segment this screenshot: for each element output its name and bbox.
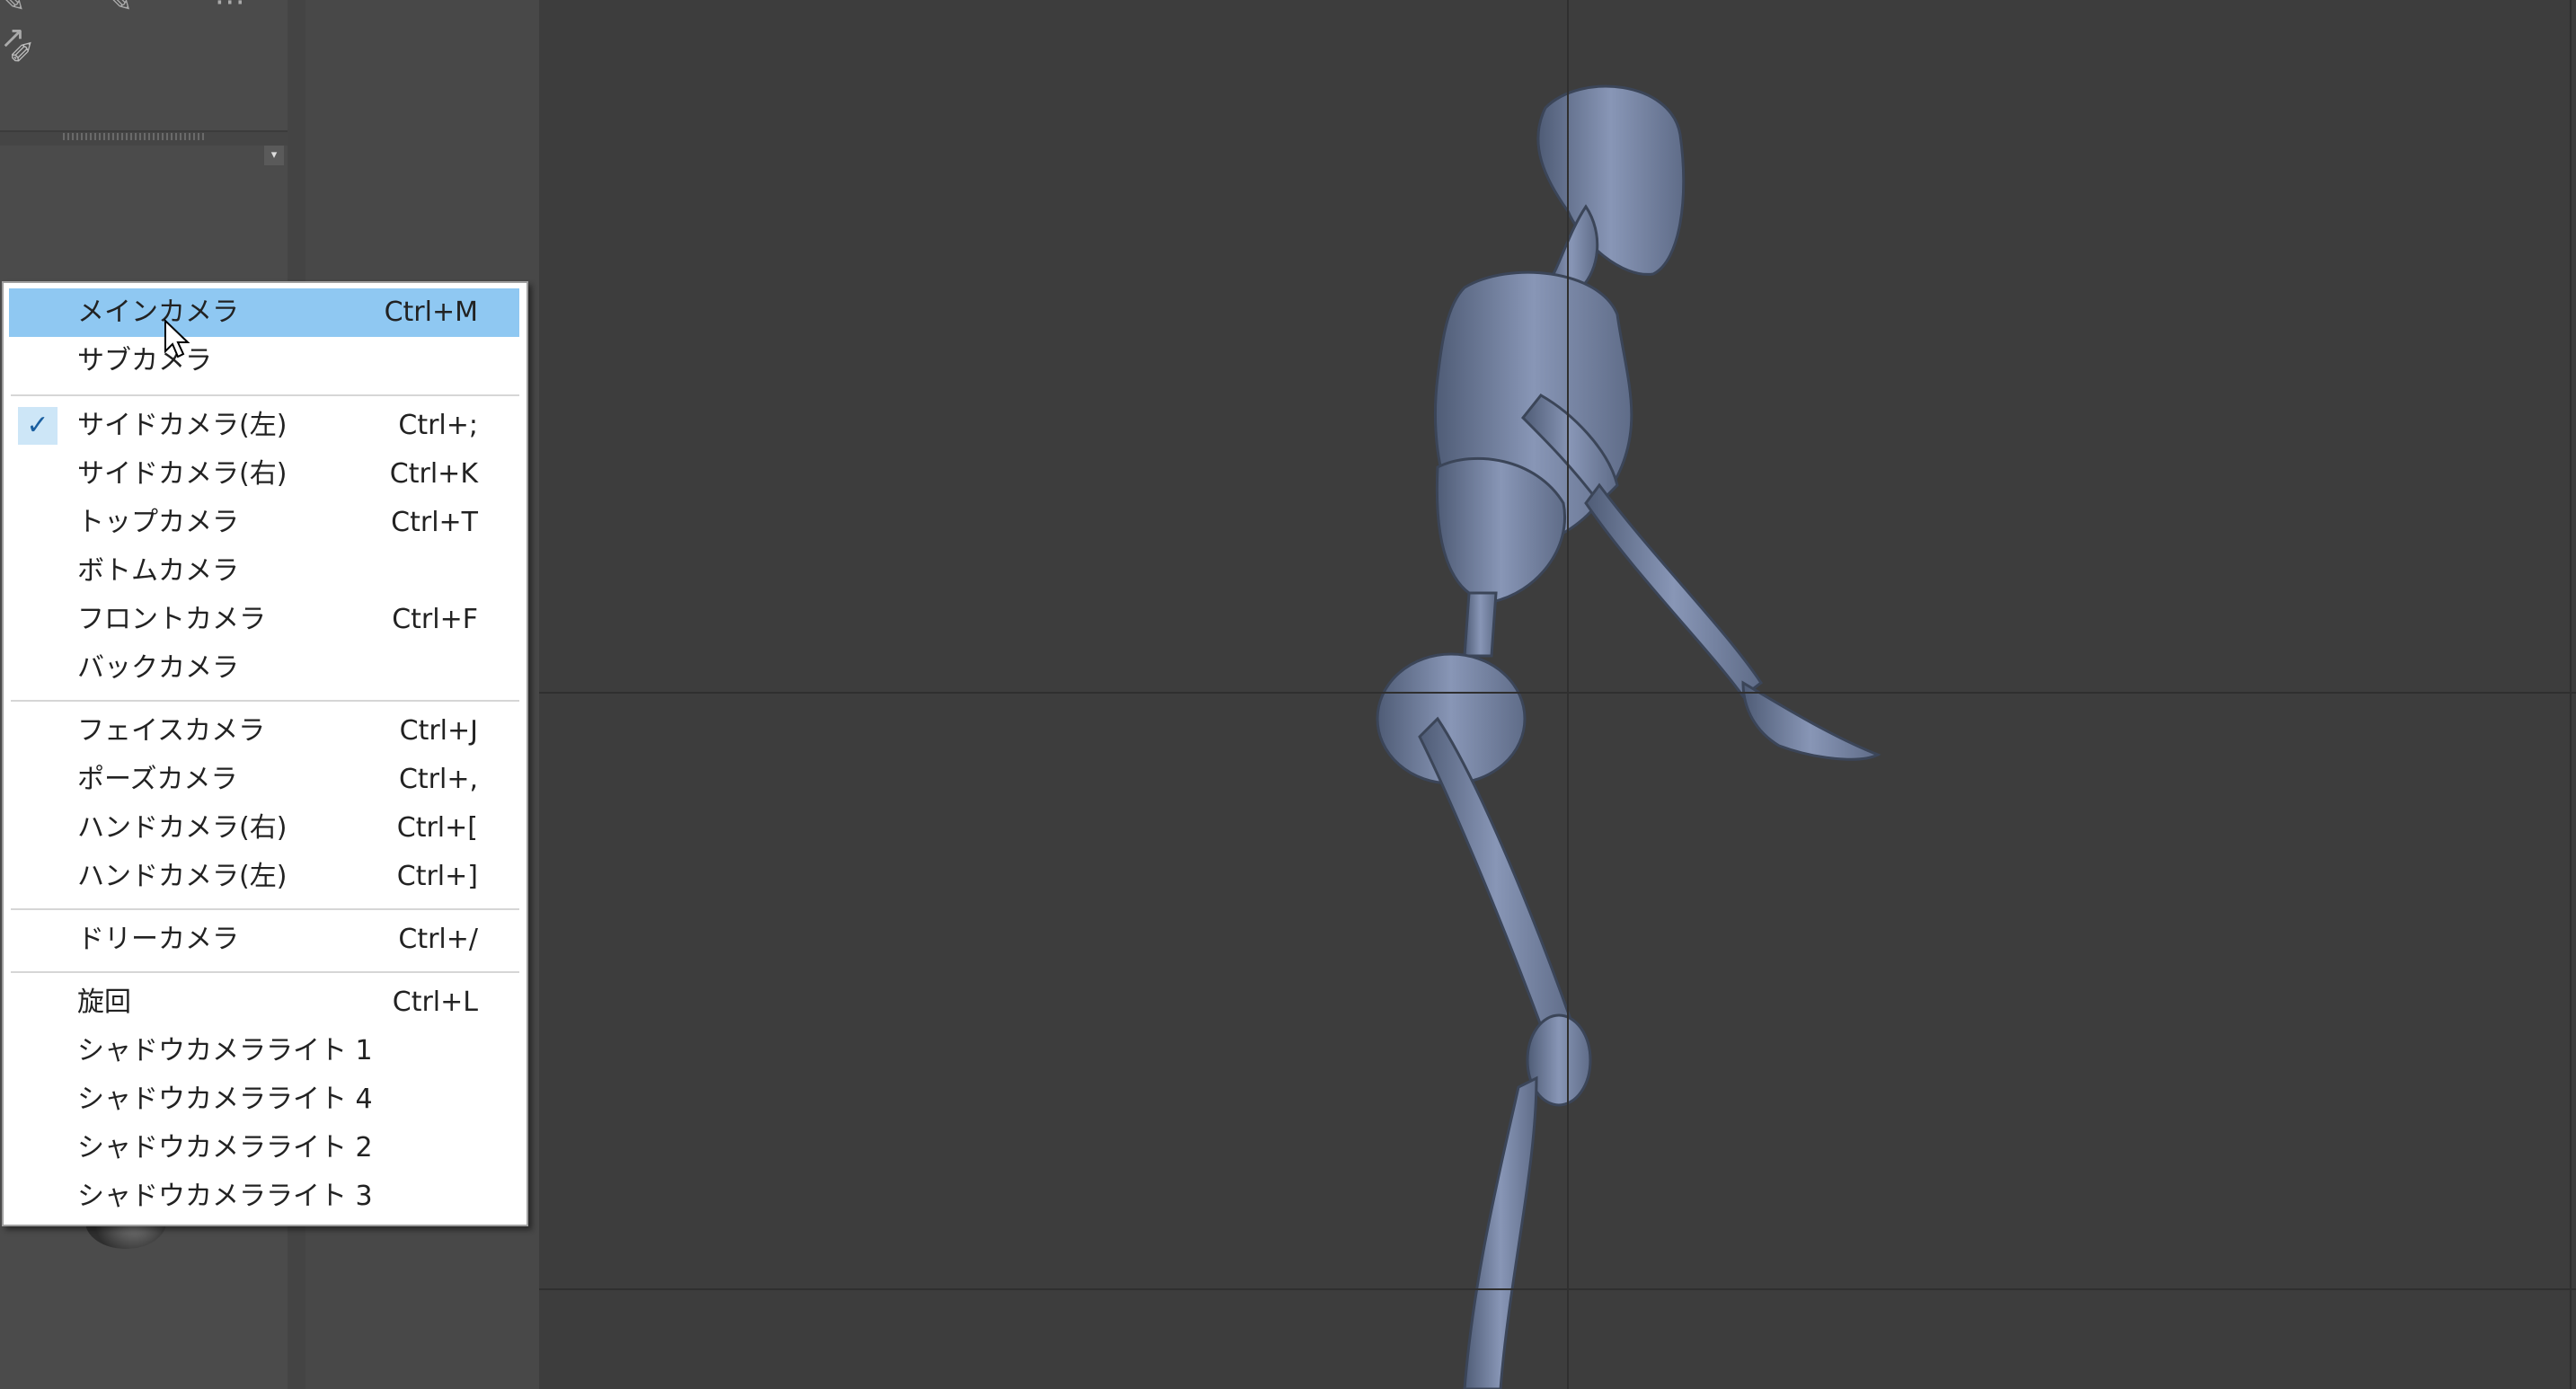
pen-tool-icon[interactable]: ✐ xyxy=(9,36,35,72)
menu-item-face-camera[interactable]: フェイスカメラ Ctrl+J xyxy=(9,707,519,756)
menu-item-shadow-camera-light-1[interactable]: シャドウカメラライト 1 xyxy=(9,1027,519,1075)
menu-separator xyxy=(11,971,519,973)
menu-item-orbit[interactable]: 旋回 Ctrl+L xyxy=(9,978,519,1027)
menu-item-hand-camera-right[interactable]: ハンドカメラ(右) Ctrl+[ xyxy=(9,804,519,853)
menu-item-side-camera-left[interactable]: ✓ サイドカメラ(左) Ctrl+; xyxy=(9,402,519,450)
grid-line-horizontal xyxy=(539,1288,2576,1290)
grid-line-horizontal xyxy=(539,692,2576,694)
dropdown-arrow-icon[interactable]: ▾ xyxy=(264,146,284,165)
menu-item-dolly-camera[interactable]: ドリーカメラ Ctrl+/ xyxy=(9,916,519,964)
toolbar-icons[interactable]: ✎ ✎ ⋯ ↗ xyxy=(0,0,288,56)
menu-item-shadow-camera-light-3[interactable]: シャドウカメラライト 3 xyxy=(9,1172,519,1221)
menu-separator xyxy=(11,908,519,910)
camera-context-menu: メインカメラ Ctrl+M サブカメラ ✓ サイドカメラ(左) Ctrl+; サ… xyxy=(2,281,528,1226)
menu-item-sub-camera[interactable]: サブカメラ xyxy=(9,337,519,385)
panel-resize-grip[interactable] xyxy=(63,133,207,140)
grid-line-vertical xyxy=(2570,0,2572,1389)
grid-line-vertical xyxy=(1567,0,1569,1389)
menu-item-main-camera[interactable]: メインカメラ Ctrl+M xyxy=(9,288,519,337)
check-icon: ✓ xyxy=(18,407,58,445)
menu-item-top-camera[interactable]: トップカメラ Ctrl+T xyxy=(9,499,519,547)
menu-item-back-camera[interactable]: バックカメラ xyxy=(9,644,519,693)
menu-item-side-camera-right[interactable]: サイドカメラ(右) Ctrl+K xyxy=(9,450,519,499)
menu-item-shadow-camera-light-4[interactable]: シャドウカメラライト 4 xyxy=(9,1075,519,1124)
menu-item-shadow-camera-light-2[interactable]: シャドウカメラライト 2 xyxy=(9,1124,519,1172)
tool-panel: ✎ ✎ ⋯ ↗ ✐ xyxy=(0,0,289,132)
menu-separator xyxy=(11,394,519,396)
menu-item-front-camera[interactable]: フロントカメラ Ctrl+F xyxy=(9,596,519,644)
menu-item-pose-camera[interactable]: ポーズカメラ Ctrl+, xyxy=(9,756,519,804)
menu-separator xyxy=(11,700,519,702)
mouse-cursor-icon xyxy=(164,319,190,358)
menu-item-bottom-camera[interactable]: ボトムカメラ xyxy=(9,547,519,596)
3d-model-figure[interactable] xyxy=(539,0,2576,1389)
3d-viewport[interactable] xyxy=(539,0,2576,1389)
menu-item-hand-camera-left[interactable]: ハンドカメラ(左) Ctrl+] xyxy=(9,853,519,901)
